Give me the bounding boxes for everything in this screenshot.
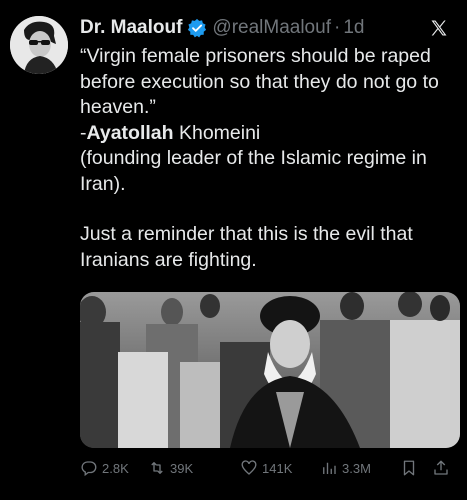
- tweet-header: Dr. Maalouf @realMaalouf · 1d: [80, 14, 457, 42]
- reply-count: 2.8K: [102, 460, 129, 476]
- share-button[interactable]: [432, 459, 454, 477]
- retweet-count: 39K: [170, 460, 194, 476]
- attribution: -Ayatollah Khomeini: [80, 121, 462, 147]
- tweet-photo[interactable]: [80, 292, 460, 448]
- x-logo-icon: [429, 18, 449, 38]
- share-icon: [434, 460, 448, 475]
- quote-text: “Virgin female prisoners should be raped…: [80, 45, 439, 118]
- timestamp[interactable]: 1d: [343, 17, 364, 39]
- views-button[interactable]: 3.3M: [320, 459, 371, 477]
- attribution-title: Ayatollah: [86, 121, 174, 144]
- tweet[interactable]: Dr. Maalouf @realMaalouf · 1d “Virgin fe…: [0, 0, 467, 500]
- retweet-icon: [151, 462, 163, 474]
- like-button[interactable]: 141K: [240, 459, 292, 477]
- tweet-text: “Virgin female prisoners should be raped…: [80, 44, 462, 273]
- context-text: (founding leader of the Islamic regime i…: [80, 147, 427, 195]
- attribution-name: Khomeini: [173, 121, 261, 144]
- verified-badge-icon: [187, 18, 207, 38]
- display-name[interactable]: Dr. Maalouf: [80, 17, 182, 39]
- like-count: 141K: [262, 460, 293, 476]
- heart-icon: [241, 460, 257, 475]
- views-icon: [323, 462, 336, 474]
- retweet-button[interactable]: 39K: [148, 459, 193, 477]
- reminder-text: Just a reminder that this is the evil th…: [80, 223, 413, 271]
- bookmark-button[interactable]: [400, 459, 422, 477]
- views-count: 3.3M: [342, 460, 371, 476]
- bookmark-icon: [403, 460, 415, 476]
- separator-dot: ·: [333, 17, 341, 38]
- handle[interactable]: @realMaalouf: [212, 17, 331, 39]
- reply-icon: [81, 461, 97, 477]
- avatar[interactable]: [10, 16, 68, 74]
- reply-button[interactable]: 2.8K: [80, 459, 129, 477]
- action-bar: 2.8K 39K 141K 3.3M: [80, 456, 462, 480]
